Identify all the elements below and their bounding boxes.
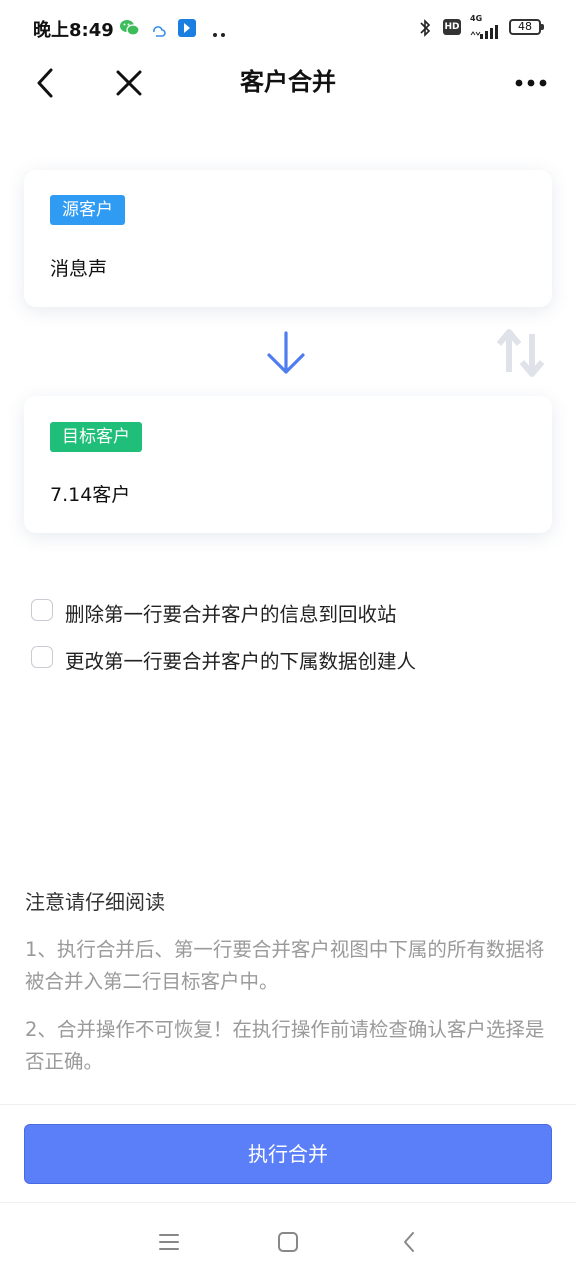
home-icon[interactable] [277, 1231, 299, 1253]
notice-title: 注意请仔细阅读 [25, 890, 165, 914]
source-customer-card[interactable]: 源客户 消息声 [24, 170, 552, 307]
target-customer-name: 7.14客户 [50, 484, 131, 506]
wechat-icon [120, 20, 140, 36]
notice-item: 2、合并操作不可恢复！在执行操作前请检查确认客户选择是否正确。 [25, 1018, 545, 1073]
target-customer-card[interactable]: 目标客户 7.14客户 [24, 396, 552, 533]
option-change-creator[interactable]: 更改第一行要合并客户的下属数据创建人 [30, 645, 530, 675]
notice-item: 1、执行合并后、第一行要合并客户视图中下属的所有数据将被合并入第二行目标客户中。 [25, 938, 545, 993]
system-back-icon[interactable] [401, 1230, 417, 1254]
system-nav-bar [0, 1203, 576, 1280]
page-title: 客户合并 [240, 68, 336, 96]
battery-tip [541, 24, 544, 30]
option-label: 删除第一行要合并客户的信息到回收站 [65, 603, 397, 626]
status-bar: 晚上8:49 HD 4G 48 [0, 0, 576, 56]
battery-indicator: 48 [509, 19, 541, 35]
cloud-sync-icon [153, 26, 166, 37]
status-time: 晚上8:49 [33, 20, 114, 41]
app-notification-icon [178, 19, 196, 37]
option-label: 更改第一行要合并客户的下属数据创建人 [65, 650, 417, 673]
bluetooth-icon [420, 19, 431, 37]
delete-to-recycle-checkbox[interactable] [31, 599, 53, 621]
arrow-down-icon [267, 331, 305, 374]
action-divider [0, 1104, 576, 1105]
source-customer-name: 消息声 [50, 258, 108, 280]
option-delete-to-recycle[interactable]: 删除第一行要合并客户的信息到回收站 [30, 598, 530, 628]
swap-vertical-icon[interactable] [496, 328, 546, 378]
change-creator-checkbox[interactable] [31, 646, 53, 668]
more-notifications-icon [213, 33, 225, 37]
source-customer-tag: 源客户 [50, 195, 125, 225]
target-customer-tag: 目标客户 [50, 422, 142, 452]
merge-button[interactable]: 执行合并 [24, 1124, 552, 1184]
menu-icon[interactable] [158, 1232, 180, 1252]
signal-icon [470, 25, 498, 39]
hd-badge: HD [443, 19, 461, 35]
